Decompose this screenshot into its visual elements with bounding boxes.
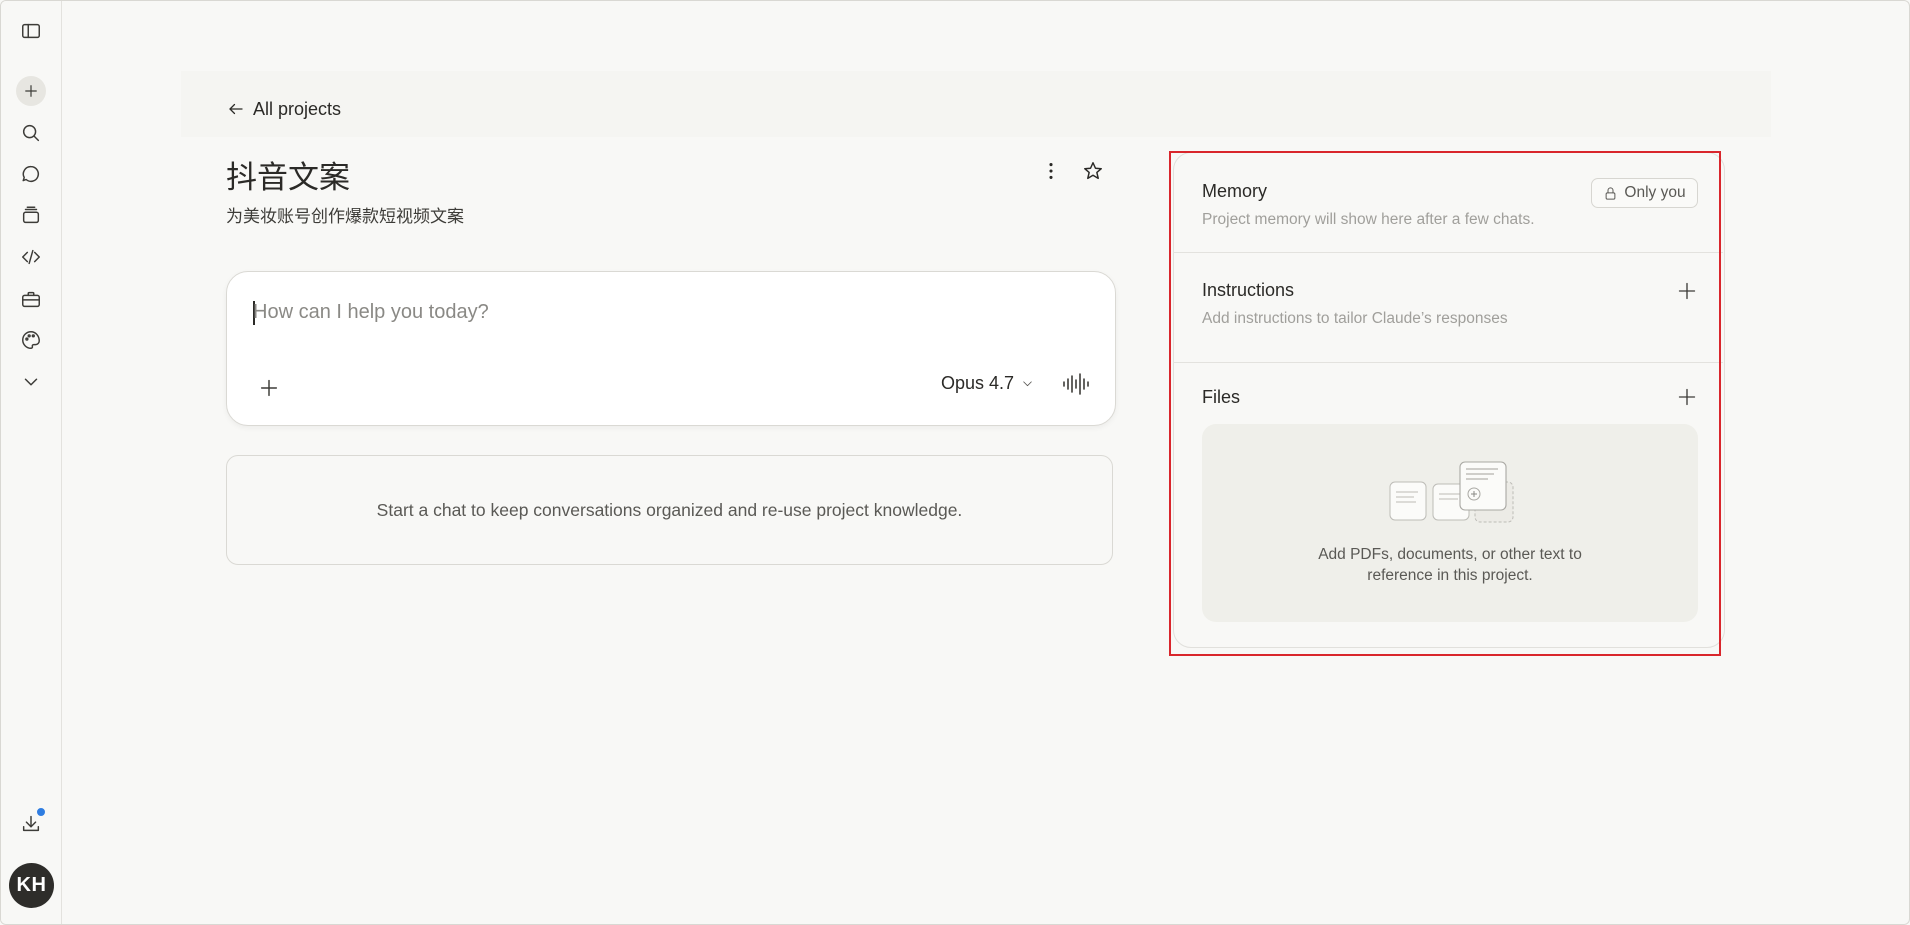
files-hint-line: reference in this project. bbox=[1367, 567, 1533, 584]
visibility-badge[interactable]: Only you bbox=[1591, 178, 1698, 208]
new-chat-icon[interactable] bbox=[16, 76, 46, 106]
back-link-label: All projects bbox=[253, 98, 342, 119]
model-selector[interactable]: Opus 4.7 bbox=[941, 373, 1034, 394]
notification-dot bbox=[36, 807, 46, 817]
download-icon[interactable] bbox=[14, 807, 48, 841]
instructions-title: Instructions bbox=[1202, 280, 1295, 300]
plus-icon bbox=[260, 379, 278, 397]
model-name: Opus 4.7 bbox=[941, 373, 1015, 393]
files-hint: Add PDFs, documents, or other text to re… bbox=[1202, 544, 1698, 586]
add-attachment-button[interactable] bbox=[253, 372, 285, 404]
files-title: Files bbox=[1202, 387, 1241, 407]
add-instructions-button[interactable] bbox=[1673, 277, 1701, 305]
memory-description: Project memory will show here after a fe… bbox=[1202, 211, 1535, 228]
divider bbox=[1173, 252, 1723, 253]
palette-icon[interactable] bbox=[14, 323, 48, 357]
plus-icon bbox=[1678, 282, 1696, 300]
code-icon[interactable] bbox=[14, 240, 48, 274]
all-projects-link[interactable]: All projects bbox=[227, 97, 341, 121]
visibility-label: Only you bbox=[1624, 184, 1686, 201]
plus-icon bbox=[1678, 388, 1696, 406]
page-title: 抖音文案 bbox=[226, 160, 350, 196]
empty-state: Start a chat to keep conversations organ… bbox=[226, 455, 1113, 565]
header-strip bbox=[181, 71, 1771, 137]
memory-title: Memory bbox=[1202, 181, 1268, 201]
chat-composer bbox=[226, 271, 1116, 426]
chevron-down-icon[interactable] bbox=[14, 365, 48, 399]
lock-icon bbox=[1606, 186, 1616, 200]
divider bbox=[1173, 362, 1723, 363]
add-files-button[interactable] bbox=[1673, 383, 1701, 411]
project-description: 为美妆账号创作爆款短视频文案 bbox=[226, 207, 464, 227]
chats-icon[interactable] bbox=[14, 157, 48, 191]
search-icon[interactable] bbox=[14, 116, 48, 150]
sidebar-toggle-icon[interactable] bbox=[14, 14, 48, 48]
empty-state-text: Start a chat to keep conversations organ… bbox=[376, 499, 963, 520]
chevron-down-icon bbox=[1023, 381, 1032, 387]
waveform-icon bbox=[1063, 373, 1089, 395]
files-dropzone[interactable]: Add PDFs, documents, or other text to re… bbox=[1202, 424, 1698, 622]
sidebar: KH bbox=[1, 1, 62, 924]
more-options-icon[interactable] bbox=[1036, 156, 1066, 186]
projects-icon[interactable] bbox=[14, 198, 48, 232]
voice-mode-button[interactable] bbox=[1059, 367, 1093, 401]
star-icon[interactable] bbox=[1078, 156, 1108, 186]
app-window: KH All projects 抖音文案 为美妆账号创作爆款短视频文案 Opus… bbox=[0, 0, 1910, 925]
toolbox-icon[interactable] bbox=[14, 282, 48, 316]
avatar[interactable]: KH bbox=[9, 863, 54, 908]
chat-input[interactable] bbox=[253, 297, 1073, 327]
files-hint-line: Add PDFs, documents, or other text to bbox=[1318, 546, 1582, 563]
arrow-left-icon bbox=[229, 103, 243, 115]
documents-illustration-icon bbox=[1389, 461, 1514, 523]
instructions-description: Add instructions to tailor Claude’s resp… bbox=[1202, 310, 1508, 327]
